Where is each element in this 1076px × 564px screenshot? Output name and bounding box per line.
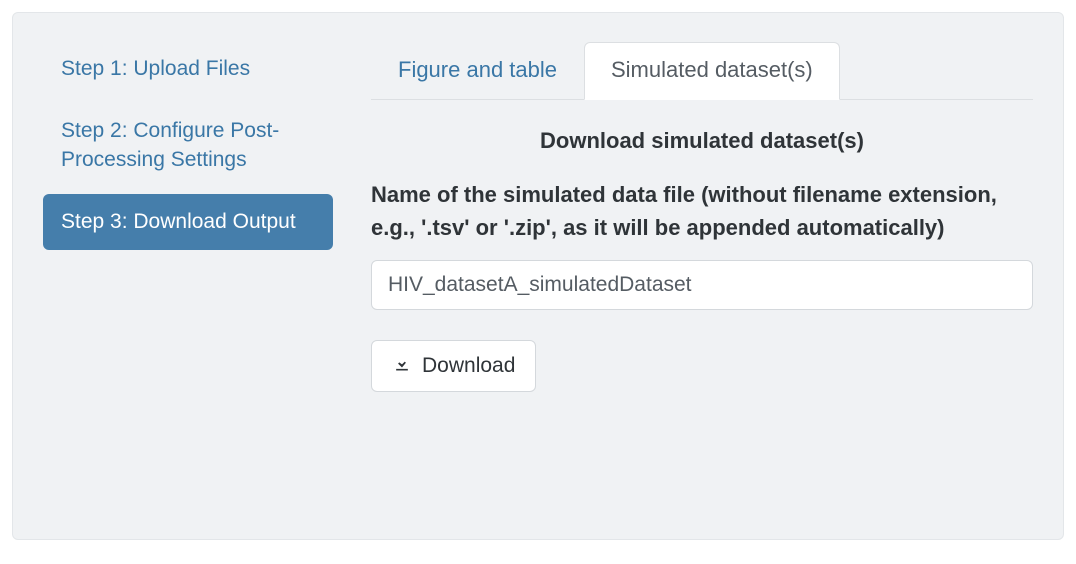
content-area: Figure and table Simulated dataset(s) Do… (333, 41, 1033, 511)
tab-bar: Figure and table Simulated dataset(s) (371, 41, 1033, 100)
download-button[interactable]: Download (371, 340, 536, 392)
download-button-label: Download (422, 354, 515, 378)
step-sidebar: Step 1: Upload Files Step 2: Configure P… (43, 41, 333, 511)
filename-input[interactable] (371, 260, 1033, 310)
sidebar-item-step1[interactable]: Step 1: Upload Files (43, 41, 333, 97)
tab-figure-and-table[interactable]: Figure and table (371, 42, 584, 100)
sidebar-item-step3[interactable]: Step 3: Download Output (43, 194, 333, 250)
tab-simulated-datasets[interactable]: Simulated dataset(s) (584, 42, 840, 100)
filename-field-label: Name of the simulated data file (without… (371, 178, 1033, 244)
download-icon (392, 353, 412, 379)
sidebar-item-step2[interactable]: Step 2: Configure Post-Processing Settin… (43, 103, 333, 188)
main-panel: Step 1: Upload Files Step 2: Configure P… (12, 12, 1064, 540)
section-title: Download simulated dataset(s) (371, 128, 1033, 154)
